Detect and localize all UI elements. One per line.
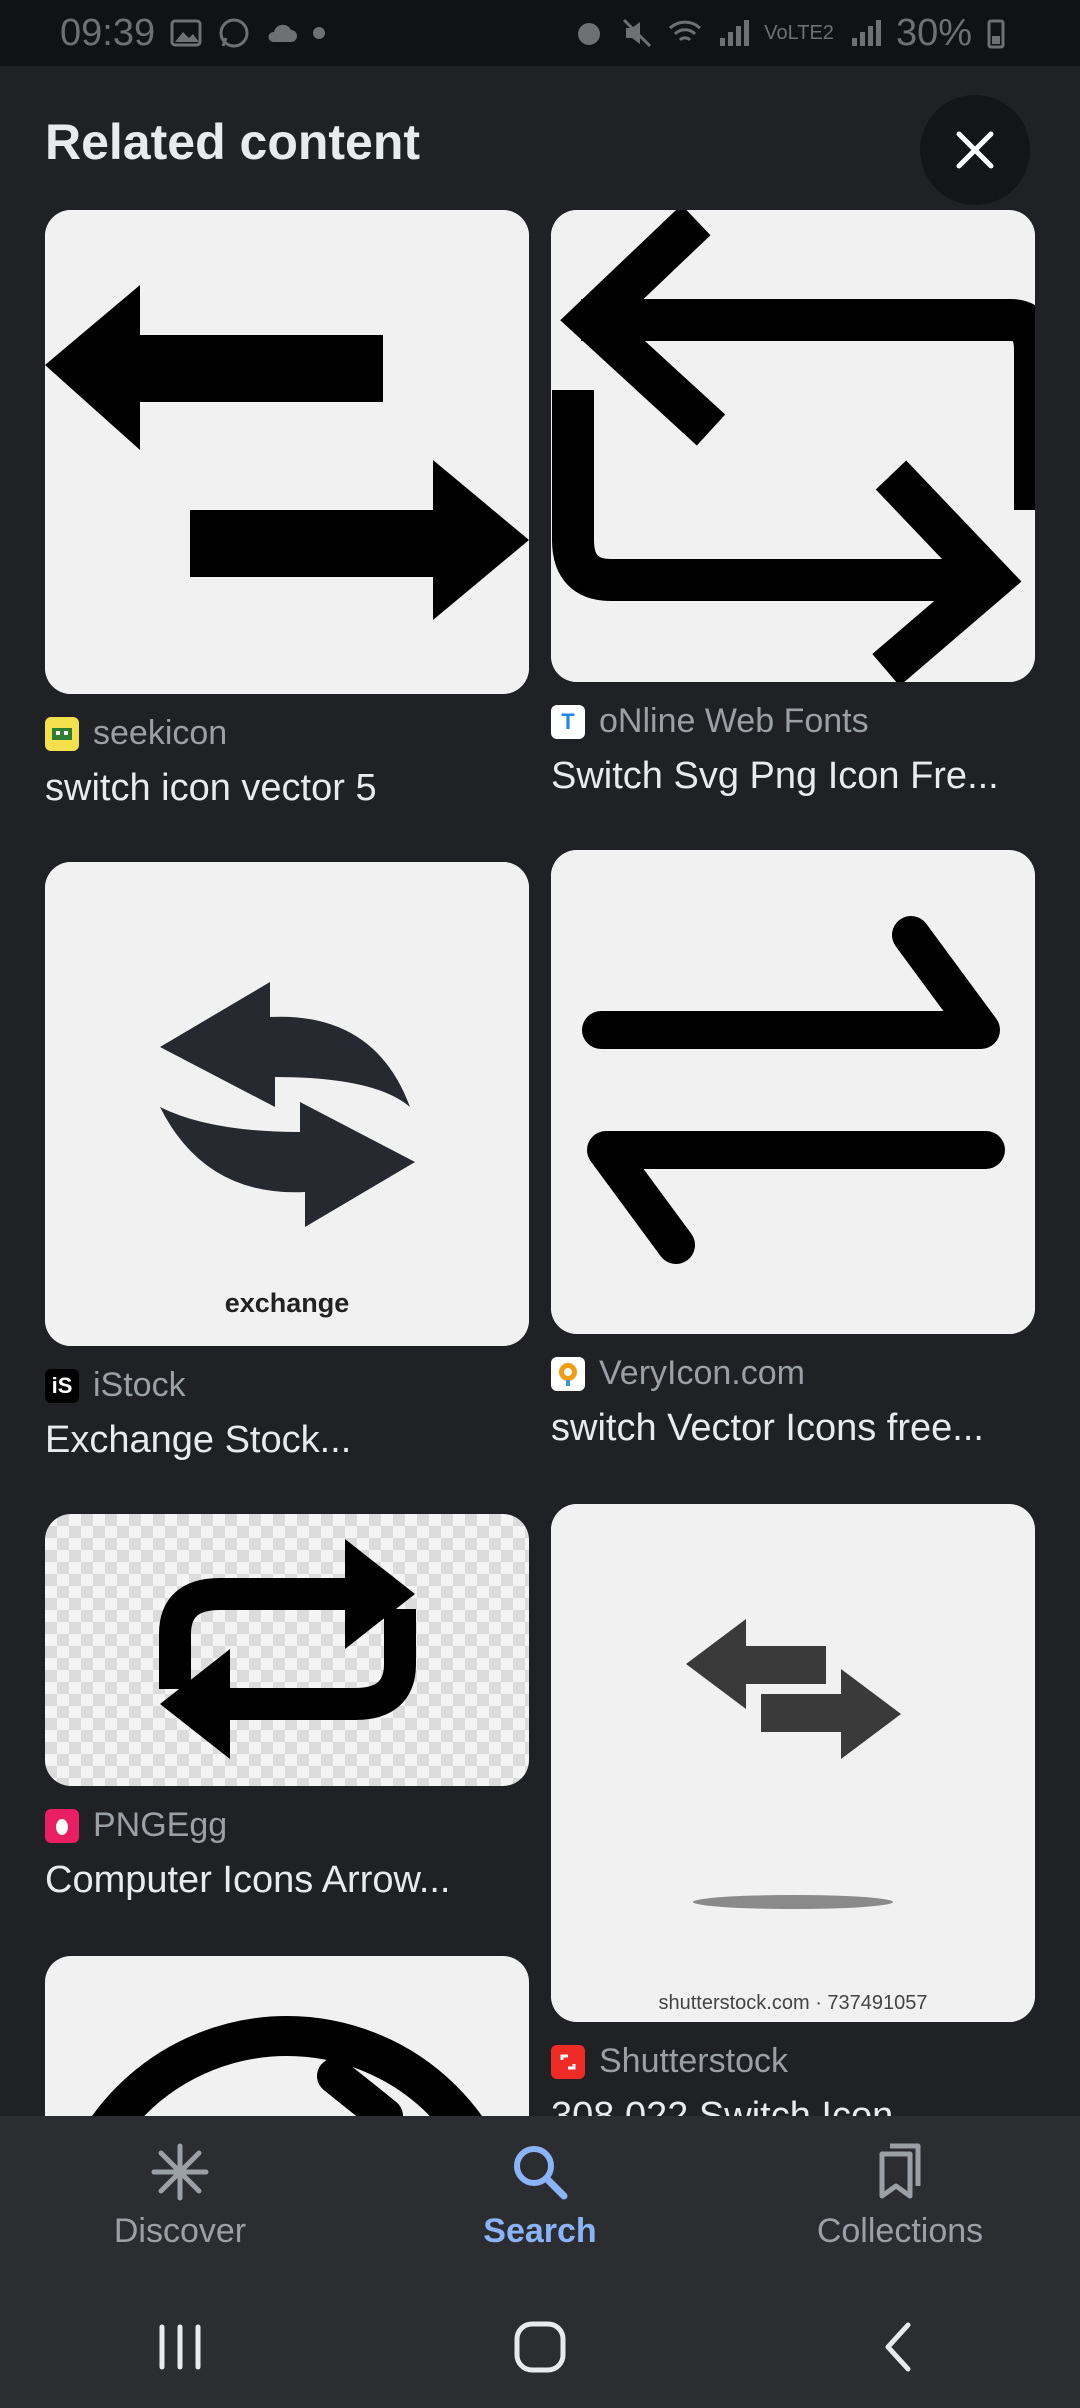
result-card[interactable] (45, 1956, 529, 2116)
circle-arrow-image (92, 2016, 482, 2116)
system-navigation-bar (0, 2286, 1080, 2408)
home-icon (514, 2321, 566, 2373)
result-thumbnail[interactable] (45, 210, 529, 694)
bottom-navigation: Discover Search Collections (0, 2116, 1080, 2286)
result-title[interactable]: switch icon vector 5 (45, 767, 529, 810)
back-icon (885, 2322, 911, 2372)
pngegg-favicon-icon (45, 1808, 79, 1843)
whatsapp-icon (217, 16, 251, 50)
result-card[interactable]: shutterstock.com · 737491057 Shutterstoc… (551, 1504, 1035, 2116)
recent-apps-icon (159, 2324, 201, 2370)
grey-swap-arrows-image (551, 1504, 1035, 2022)
thumbnail-watermark: shutterstock.com · 737491057 (658, 1992, 928, 2014)
header: Related content (0, 66, 1080, 206)
mute-icon (620, 16, 654, 50)
source-name: PNGEgg (93, 1806, 228, 1844)
source-name: VeryIcon.com (599, 1354, 805, 1392)
shutterstock-favicon-icon (551, 2044, 585, 2079)
result-thumbnail[interactable] (45, 1956, 529, 2116)
recent-apps-button[interactable] (120, 2307, 240, 2387)
network-label: VoLTE2 (764, 22, 834, 44)
source-row: PNGEgg (45, 1806, 529, 1845)
source-row: VeryIcon.com (551, 1354, 1035, 1393)
tab-search[interactable]: Search (360, 2116, 720, 2286)
tab-label: Search (483, 2212, 597, 2250)
source-name: iStock (93, 1366, 186, 1404)
alarm-icon (572, 16, 606, 50)
related-content-grid: seekicon switch icon vector 5 T oNline W… (0, 206, 1080, 2116)
result-thumbnail[interactable] (45, 1514, 529, 1786)
onlinewebfonts-favicon-icon: T (551, 704, 585, 739)
result-card[interactable]: PNGEgg Computer Icons Arrow... (45, 1514, 529, 1902)
signal-2-icon (848, 16, 882, 50)
source-row: iS iStock (45, 1366, 529, 1405)
result-thumbnail[interactable]: shutterstock.com · 737491057 (551, 1504, 1035, 2022)
seekicon-favicon-icon (45, 716, 79, 751)
search-icon (514, 2146, 568, 2200)
result-title[interactable]: Computer Icons Arrow... (45, 1859, 529, 1902)
back-button[interactable] (840, 2307, 960, 2387)
result-card[interactable]: exchange iS iStock Exchange Stock... (45, 862, 529, 1462)
switch-arrows-image (45, 210, 529, 694)
veryicon-favicon-icon (551, 1356, 585, 1391)
source-row: Shutterstock (551, 2042, 1035, 2081)
result-title[interactable]: Exchange Stock... (45, 1419, 529, 1462)
bookmarks-icon (879, 2143, 921, 2199)
source-name: oNline Web Fonts (599, 702, 869, 740)
cloud-icon (265, 16, 299, 50)
source-name: seekicon (93, 714, 228, 752)
exchange-arrows-image (45, 862, 529, 1346)
status-time: 09:39 (60, 11, 156, 54)
source-name: Shutterstock (599, 2042, 788, 2080)
tab-label: Discover (113, 2212, 247, 2250)
result-thumbnail[interactable] (551, 210, 1035, 682)
loop-arrows-image (551, 210, 1035, 682)
home-button[interactable] (480, 2307, 600, 2387)
repeat-arrows-image (159, 1539, 416, 1759)
notification-dot-icon (313, 27, 326, 39)
result-thumbnail[interactable]: exchange (45, 862, 529, 1346)
gallery-icon (169, 16, 203, 50)
source-row: seekicon (45, 714, 529, 753)
tab-discover[interactable]: Discover (0, 2116, 360, 2286)
page-title: Related content (45, 114, 421, 170)
source-row: T oNline Web Fonts (551, 702, 1035, 741)
asterisk-icon (151, 2143, 209, 2201)
tab-label: Collections (816, 2212, 984, 2250)
result-card[interactable]: VeryIcon.com switch Vector Icons free... (551, 850, 1035, 1450)
close-button[interactable] (920, 95, 1030, 205)
result-title[interactable]: Switch Svg Png Icon Fre... (551, 755, 1035, 798)
result-card[interactable]: seekicon switch icon vector 5 (45, 210, 529, 810)
signal-icon (716, 16, 750, 50)
battery-percent: 30% (895, 11, 972, 54)
result-title[interactable]: 308,022 Switch Icon... (551, 2095, 1035, 2116)
swap-arrows-image (551, 850, 1035, 1334)
battery-icon (986, 16, 1020, 50)
thumbnail-caption: exchange (224, 1288, 350, 1318)
wifi-icon (668, 16, 702, 50)
result-title[interactable]: switch Vector Icons free... (551, 1407, 1035, 1450)
close-icon (956, 131, 994, 169)
istock-favicon-icon: iS (45, 1368, 79, 1403)
status-bar: 09:39 VoLTE2 30% (0, 0, 1080, 66)
tab-collections[interactable]: Collections (720, 2116, 1080, 2286)
result-card[interactable]: T oNline Web Fonts Switch Svg Png Icon F… (551, 210, 1035, 798)
result-thumbnail[interactable] (551, 850, 1035, 1334)
